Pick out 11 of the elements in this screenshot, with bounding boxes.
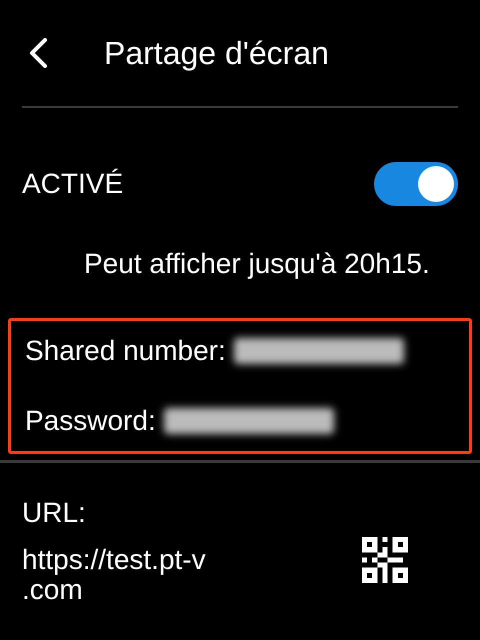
- url-text: .com: [22, 575, 83, 605]
- field-label: Shared number:: [25, 337, 226, 365]
- url-text: https://test.pt-v: [22, 545, 207, 575]
- qr-code-icon[interactable]: [362, 537, 408, 583]
- toggle-label: ACTIVÉ: [22, 170, 124, 198]
- field-label: Password:: [25, 407, 156, 435]
- back-icon[interactable]: [28, 38, 48, 68]
- expiry-note: Peut afficher jusqu'à 20h15.: [84, 247, 431, 281]
- screen-title: Partage d'écran: [104, 37, 329, 69]
- toggle-switch[interactable]: [374, 162, 458, 206]
- url-label: URL:: [22, 496, 87, 530]
